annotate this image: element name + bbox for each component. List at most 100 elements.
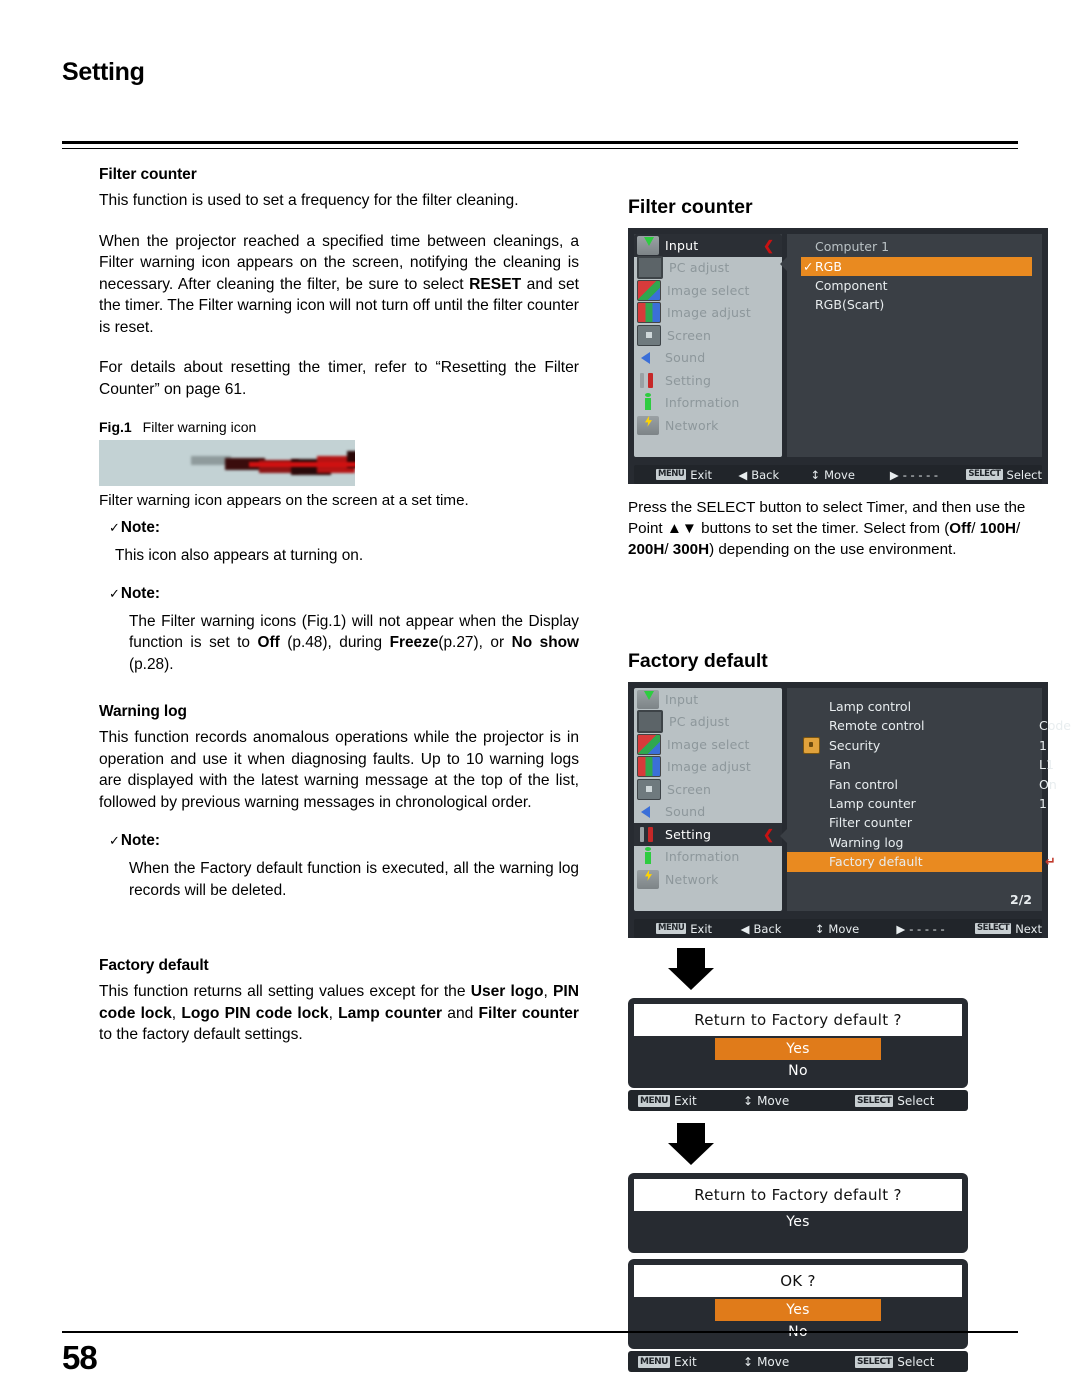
page-header: Setting — [62, 58, 1018, 149]
sidebar-item-setting[interactable]: Setting — [634, 369, 782, 392]
information-icon — [637, 847, 659, 866]
chevron-left-icon: ❮ — [763, 237, 774, 253]
osd-sidebar[interactable]: Input ❮ PC adjust Image select Image adju… — [634, 234, 782, 457]
dialog-return-to-factory-default[interactable]: Return to Factory default ? Yes No MENU E… — [628, 998, 1048, 1111]
checkmark-icon: ✓ — [109, 585, 120, 601]
input-icon — [637, 235, 659, 255]
sidebar-item-pc-adjust[interactable]: PC adjust — [634, 256, 782, 280]
checkmark-icon: ✓ — [109, 520, 120, 535]
hint-exit[interactable]: MENU Exit — [638, 1355, 743, 1369]
footer-rule — [62, 1331, 1018, 1333]
note-block-3: ✓Note: When the Factory default function… — [99, 832, 579, 901]
hint-next[interactable]: SELECT Next — [975, 922, 1042, 936]
n2-freeze: Freeze — [389, 634, 439, 651]
note-block-1: ✓Note: This icon also appears at turning… — [99, 519, 579, 567]
hint-move[interactable]: ↕ Move — [810, 468, 889, 482]
dialog-yes-selected[interactable]: Yes — [634, 1211, 962, 1233]
option-component[interactable]: Component — [801, 276, 1032, 295]
sidebar-item-label: Setting — [665, 826, 712, 842]
note-2-label: Note: — [120, 584, 160, 602]
option-rgb[interactable]: ✓ RGB — [801, 257, 1032, 276]
table-row[interactable]: Lamp control — [787, 697, 1042, 716]
osd-menu-input[interactable]: Input ❮ PC adjust Image select Image adju… — [628, 228, 1048, 484]
updown-arrow-icon: ↕ — [743, 1093, 754, 1108]
cap-s1: / — [971, 520, 980, 537]
warning-log-heading: Warning log — [99, 703, 187, 720]
sidebar-item-image-select[interactable]: Image select — [634, 279, 782, 302]
figure-caption-text: Filter warning icon — [142, 419, 257, 435]
figure-label: Fig.1 — [99, 419, 132, 435]
table-row[interactable]: Factory default ↵ — [787, 852, 1056, 872]
dialog-no-button[interactable]: No — [634, 1060, 962, 1082]
image-select-icon — [637, 733, 661, 755]
osd-sidebar[interactable]: Input PC adjust Image select Image adjus… — [634, 688, 782, 911]
fd-c3: , — [328, 1004, 339, 1022]
osd-menu-setting[interactable]: Input PC adjust Image select Image adjus… — [628, 682, 1071, 938]
hint-select-label: Select — [897, 1354, 935, 1369]
fc-p2-reset: RESET — [469, 275, 522, 293]
image-adjust-icon — [637, 756, 661, 778]
osd-option-list[interactable]: Computer 1 ✓ RGB Component RGB(Scart) — [787, 239, 1042, 314]
sidebar-item-screen[interactable]: Screen — [634, 324, 782, 347]
select-key-icon: SELECT — [855, 1094, 894, 1107]
page-number: 58 — [62, 1339, 98, 1376]
sidebar-item-network[interactable]: Network — [634, 414, 782, 437]
table-row[interactable]: Filter counter — [787, 813, 1042, 832]
hint-dashes: ▶ - - - - - — [890, 468, 966, 482]
sidebar-item-sound[interactable]: Sound — [634, 347, 782, 370]
sidebar-item-input[interactable]: Input ❮ — [634, 234, 782, 257]
row-label: Fan control — [829, 776, 898, 792]
table-row[interactable]: Security — [787, 736, 1042, 755]
sidebar-item-image-adjust[interactable]: Image adjust — [634, 756, 782, 779]
setting-rows[interactable]: Lamp control Remote control Code 1 Securi… — [787, 693, 1071, 872]
hint-back[interactable]: ◀ Back — [741, 922, 815, 936]
sidebar-item-image-adjust[interactable]: Image adjust — [634, 302, 782, 325]
checkmark-icon: ✓ — [109, 833, 120, 848]
hint-select[interactable]: SELECT Select — [855, 1094, 934, 1108]
hint-exit[interactable]: MENU Exit — [656, 922, 741, 936]
fd-c2: , — [171, 1004, 182, 1022]
sidebar-item-input[interactable]: Input — [634, 688, 782, 711]
dialog-hint-bar: MENU Exit ↕ Move SELECT Select — [628, 1090, 968, 1111]
option-rgb-scart[interactable]: RGB(Scart) — [801, 295, 1032, 314]
hint-exit[interactable]: MENU Exit — [638, 1094, 743, 1108]
row-label: Factory default — [829, 854, 923, 870]
sidebar-item-sound[interactable]: Sound — [634, 801, 782, 824]
factory-default-heading: Factory default — [99, 957, 209, 974]
sidebar-item-network[interactable]: Network — [634, 868, 782, 891]
hint-move[interactable]: ↕ Move — [743, 1094, 855, 1108]
dialog-confirm-group[interactable]: Return to Factory default ? Yes OK ? Yes… — [628, 1173, 1048, 1372]
option-label: RGB — [815, 259, 842, 274]
chevron-left-icon: ❮ — [763, 826, 774, 842]
factory-default-body: This function returns all setting values… — [99, 981, 579, 1046]
table-row[interactable]: Remote control Code 1 — [787, 716, 1071, 752]
table-row[interactable]: Warning log — [787, 833, 1042, 852]
sidebar-item-pc-adjust[interactable]: PC adjust — [634, 710, 782, 734]
hint-move[interactable]: ↕ Move — [815, 922, 897, 936]
hint-back[interactable]: ◀ Back — [738, 468, 810, 482]
table-row[interactable]: Fan control On 1 — [787, 775, 1057, 811]
table-row[interactable]: Lamp counter — [787, 794, 1042, 813]
dialog-yes-button[interactable]: Yes — [715, 1038, 881, 1060]
fd-logo-pin-code-lock: Logo PIN code lock — [181, 1004, 329, 1022]
sound-icon — [637, 802, 659, 821]
setting-icon — [637, 371, 659, 390]
sidebar-item-information[interactable]: Information — [634, 846, 782, 869]
table-row[interactable]: Fan L1 — [787, 755, 1054, 774]
menu-key-icon: MENU — [656, 469, 687, 480]
hint-select[interactable]: SELECT Select — [966, 468, 1042, 482]
dialog-yes-button[interactable]: Yes — [715, 1299, 881, 1321]
sidebar-item-information[interactable]: Information — [634, 392, 782, 415]
sidebar-item-screen[interactable]: Screen — [634, 778, 782, 801]
hint-exit[interactable]: MENU Exit — [656, 468, 738, 482]
image-adjust-icon — [637, 302, 661, 324]
hint-dashes: ▶ - - - - - — [896, 922, 975, 936]
dialog-question: Return to Factory default ? — [634, 1179, 962, 1211]
hint-move[interactable]: ↕ Move — [743, 1355, 855, 1369]
information-icon — [637, 393, 659, 412]
sidebar-item-setting[interactable]: Setting ❮ — [634, 823, 782, 846]
sidebar-item-label: Network — [665, 417, 719, 433]
hint-select[interactable]: SELECT Select — [855, 1355, 934, 1369]
menu-key-icon: MENU — [638, 1355, 670, 1368]
sidebar-item-image-select[interactable]: Image select — [634, 733, 782, 756]
